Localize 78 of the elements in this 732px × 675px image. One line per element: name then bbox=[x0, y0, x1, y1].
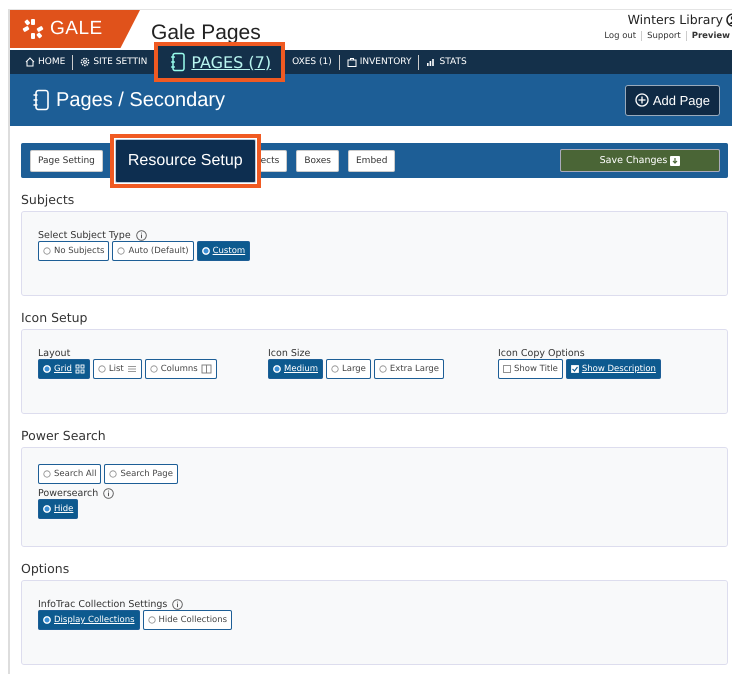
radio-icon bbox=[98, 365, 106, 373]
logo-text: GALE bbox=[50, 18, 103, 40]
save-changes-button[interactable]: Save Changes bbox=[560, 149, 720, 172]
section-heading: Subjects bbox=[21, 192, 76, 207]
option-button[interactable]: Hide Collections bbox=[142, 610, 232, 630]
option-button[interactable]: No Subjects bbox=[38, 241, 110, 261]
option-button[interactable]: Show Title bbox=[498, 359, 563, 379]
radio-icon bbox=[109, 470, 118, 478]
nav-link[interactable]: INVENTORY bbox=[340, 57, 418, 67]
grid-icon bbox=[74, 364, 85, 374]
option-button[interactable]: Grid bbox=[38, 359, 90, 379]
nav-link[interactable]: HOME bbox=[18, 57, 72, 67]
home-icon bbox=[25, 57, 35, 67]
gale-logo[interactable]: GALE bbox=[10, 10, 140, 48]
info-icon[interactable] bbox=[172, 598, 184, 610]
nav-link[interactable]: OXES (1) bbox=[285, 57, 339, 67]
radio-icon bbox=[273, 365, 281, 373]
field-label: Icon Size bbox=[268, 348, 310, 358]
notebook-icon bbox=[32, 89, 50, 111]
radio-icon bbox=[148, 616, 156, 624]
checkbox-icon bbox=[570, 365, 579, 373]
section-heading: Icon Setup bbox=[21, 310, 88, 325]
section-heading: Power Search bbox=[21, 428, 107, 443]
page-heading: Pages / Secondary bbox=[56, 88, 225, 112]
highlighted-nav-link[interactable]: PAGES (7) bbox=[154, 42, 286, 82]
radio-icon bbox=[43, 616, 51, 624]
option-button[interactable]: Custom bbox=[196, 241, 250, 261]
option-button[interactable]: Auto (Default) bbox=[112, 241, 194, 261]
header-link[interactable]: Preview bbox=[686, 31, 732, 41]
radio-icon bbox=[331, 365, 339, 373]
option-button[interactable]: Search Page bbox=[104, 464, 178, 484]
highlighted-tab[interactable]: Resource Setup bbox=[114, 138, 256, 182]
tab[interactable]: Page Setting bbox=[30, 150, 103, 172]
add-page-button[interactable]: Add Page bbox=[624, 84, 720, 116]
tab[interactable]: Boxes bbox=[296, 150, 339, 172]
download-icon bbox=[670, 156, 680, 166]
nav-link[interactable]: SITE SETTIN bbox=[73, 57, 154, 67]
option-button[interactable]: Show Description bbox=[566, 359, 661, 379]
field-label: InfoTrac Collection Settings bbox=[38, 598, 168, 610]
option-button[interactable]: Search All bbox=[38, 464, 102, 484]
option-button[interactable]: List bbox=[92, 359, 142, 379]
radio-icon bbox=[378, 365, 387, 373]
option-button[interactable]: Columns bbox=[144, 359, 217, 379]
nav-link[interactable]: STATS bbox=[419, 57, 474, 67]
tab[interactable]: Embed bbox=[348, 150, 396, 172]
notebook-icon bbox=[170, 52, 186, 72]
bar-chart-icon bbox=[426, 57, 436, 67]
checkbox-icon bbox=[503, 365, 511, 373]
radio-icon bbox=[202, 247, 210, 255]
field-label: Icon Copy Options bbox=[498, 348, 585, 358]
header-link[interactable]: Log out bbox=[599, 31, 642, 41]
bag-icon bbox=[346, 57, 357, 67]
tab[interactable]: ects bbox=[258, 150, 288, 172]
sunburst-icon bbox=[22, 18, 44, 40]
info-icon[interactable] bbox=[103, 488, 114, 498]
option-button[interactable]: Extra Large bbox=[374, 359, 444, 379]
radio-icon bbox=[117, 247, 126, 255]
field-label: Powersearch bbox=[38, 488, 98, 498]
radio-icon bbox=[43, 247, 51, 255]
option-button[interactable]: Hide bbox=[38, 499, 78, 519]
columns-icon bbox=[200, 364, 212, 374]
radio-icon bbox=[43, 470, 51, 478]
app-title: Gale Pages bbox=[151, 21, 261, 45]
settings-icon bbox=[80, 57, 90, 67]
option-button[interactable]: Medium bbox=[268, 359, 323, 379]
radio-icon bbox=[43, 365, 51, 373]
info-icon[interactable] bbox=[136, 230, 147, 240]
field-label: Select Subject Type bbox=[38, 230, 131, 240]
field-label: Layout bbox=[38, 348, 70, 358]
plus-circle-icon bbox=[634, 93, 649, 107]
radio-icon bbox=[150, 365, 158, 373]
option-button[interactable]: Display Collections bbox=[38, 610, 140, 630]
option-button[interactable]: Large bbox=[326, 359, 371, 379]
radio-icon bbox=[43, 505, 51, 513]
list-icon bbox=[126, 364, 137, 374]
section-heading: Options bbox=[21, 561, 70, 576]
header-link[interactable]: Support bbox=[642, 31, 687, 41]
library-name: Winters Library bbox=[628, 12, 723, 27]
